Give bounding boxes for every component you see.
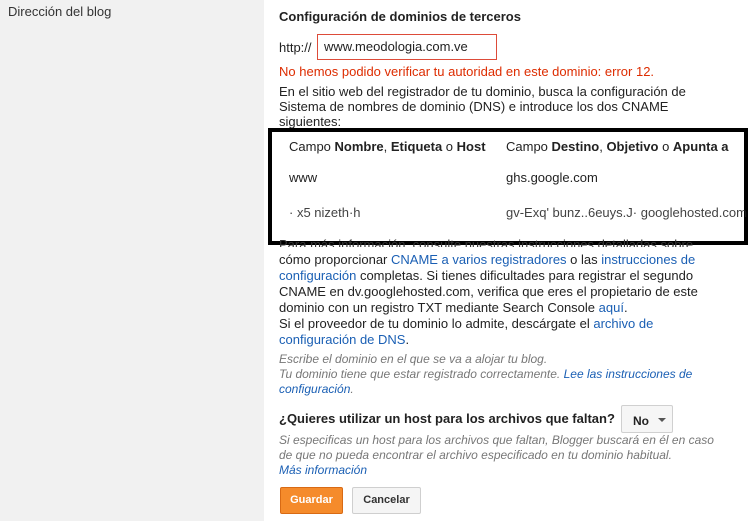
cname-row1-destination: ghs.google.com — [506, 170, 598, 185]
chevron-down-icon — [658, 418, 666, 422]
cname-registrars-link[interactable]: CNAME a varios registradores — [391, 252, 567, 267]
missing-files-question: ¿Quieres utilizar un host para los archi… — [279, 411, 615, 426]
more-info-link[interactable]: Más información — [279, 463, 367, 477]
http-prefix: http:// — [279, 40, 312, 55]
save-button[interactable]: Guardar — [280, 487, 343, 514]
cname-row1-name: www — [289, 170, 318, 185]
cname-row2-name: · x5 nizeth·h — [289, 205, 361, 220]
domain-hint: Escribe el dominio en el que se va a alo… — [279, 352, 693, 396]
section-heading: Configuración de dominios de terceros — [279, 9, 521, 24]
cancel-button[interactable]: Cancelar — [352, 487, 421, 514]
dns-instructions: En el sitio web del registrador de tu do… — [279, 84, 686, 129]
missing-files-note: Si especificas un host para los archivos… — [279, 433, 714, 477]
domain-input[interactable]: www.meodologia.com.ve — [317, 34, 497, 60]
more-info-paragraph: cómo proporcionar CNAME a varios registr… — [279, 252, 698, 347]
search-console-link[interactable]: aquí — [599, 300, 624, 315]
sidebar: Dirección del blog — [0, 0, 264, 521]
name-column-header: Campo Nombre, Etiqueta o Host — [289, 139, 486, 154]
missing-files-host-select[interactable]: No — [621, 405, 673, 433]
error-message: No hemos podido verificar tu autoridad e… — [279, 64, 655, 79]
destination-column-header: Campo Destino, Objetivo o Apunta a — [506, 139, 729, 154]
cname-row2-destination: gv-Exq' bunz..6euys.J· googlehosted.com — [506, 205, 747, 220]
blog-address-label: Dirección del blog — [8, 4, 112, 19]
cname-table: Campo Nombre, Etiqueta o Host Campo Dest… — [268, 128, 748, 245]
select-value: No — [633, 414, 649, 428]
more-info-cut-line: Para más información, consulte nuestras … — [279, 237, 694, 247]
